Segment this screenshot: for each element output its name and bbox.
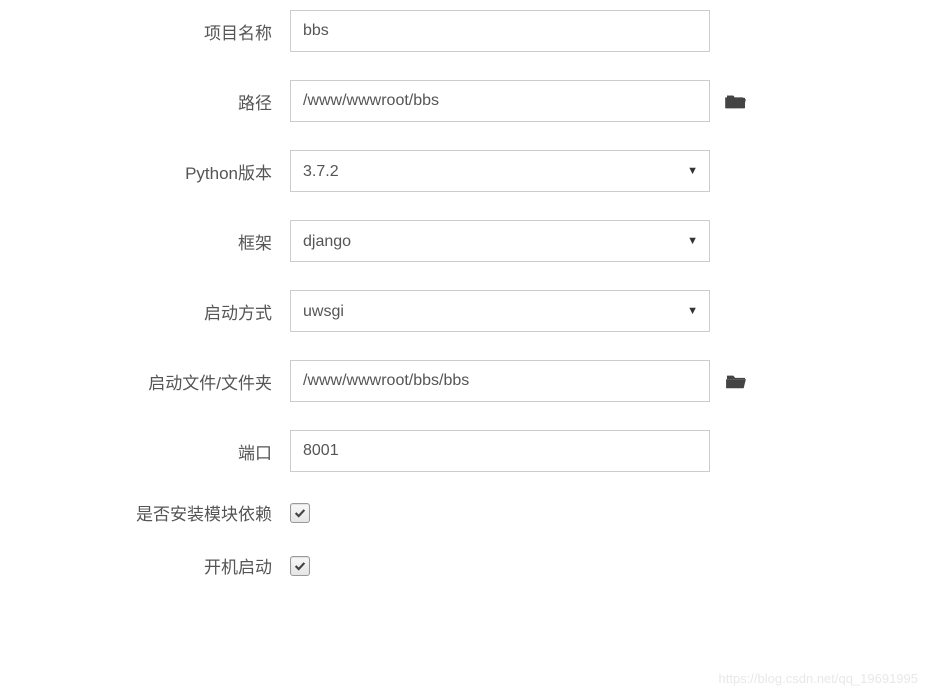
- path-label: 路径: [0, 89, 290, 114]
- watermark-text: https://blog.csdn.net/qq_19691995: [719, 671, 919, 686]
- boot-start-cell: [290, 556, 710, 576]
- start-mode-row: 启动方式 uwsgi ▼: [0, 290, 938, 332]
- start-mode-select[interactable]: uwsgi: [290, 290, 710, 332]
- framework-select[interactable]: django: [290, 220, 710, 262]
- folder-icon[interactable]: [725, 92, 747, 110]
- install-deps-cell: [290, 503, 710, 523]
- path-input[interactable]: [290, 80, 710, 122]
- start-mode-select-wrapper: uwsgi ▼: [290, 290, 710, 332]
- port-row: 端口: [0, 430, 938, 472]
- project-name-label: 项目名称: [0, 19, 290, 44]
- install-deps-row: 是否安装模块依赖: [0, 500, 938, 525]
- boot-start-row: 开机启动: [0, 553, 938, 578]
- start-file-input[interactable]: [290, 360, 710, 402]
- folder-icon[interactable]: [725, 372, 747, 390]
- framework-label: 框架: [0, 229, 290, 254]
- boot-start-checkbox[interactable]: [290, 556, 310, 576]
- port-label: 端口: [0, 439, 290, 464]
- port-input[interactable]: [290, 430, 710, 472]
- start-mode-label: 启动方式: [0, 299, 290, 324]
- framework-select-wrapper: django ▼: [290, 220, 710, 262]
- boot-start-label: 开机启动: [0, 553, 290, 578]
- framework-row: 框架 django ▼: [0, 220, 938, 262]
- project-name-row: 项目名称: [0, 10, 938, 52]
- start-file-row: 启动文件/文件夹: [0, 360, 938, 402]
- python-version-label: Python版本: [0, 159, 290, 184]
- path-row: 路径: [0, 80, 938, 122]
- project-name-input[interactable]: [290, 10, 710, 52]
- install-deps-label: 是否安装模块依赖: [0, 500, 290, 525]
- install-deps-checkbox[interactable]: [290, 503, 310, 523]
- python-version-select-wrapper: 3.7.2 ▼: [290, 150, 710, 192]
- start-file-label: 启动文件/文件夹: [0, 369, 290, 394]
- python-version-row: Python版本 3.7.2 ▼: [0, 150, 938, 192]
- python-version-select[interactable]: 3.7.2: [290, 150, 710, 192]
